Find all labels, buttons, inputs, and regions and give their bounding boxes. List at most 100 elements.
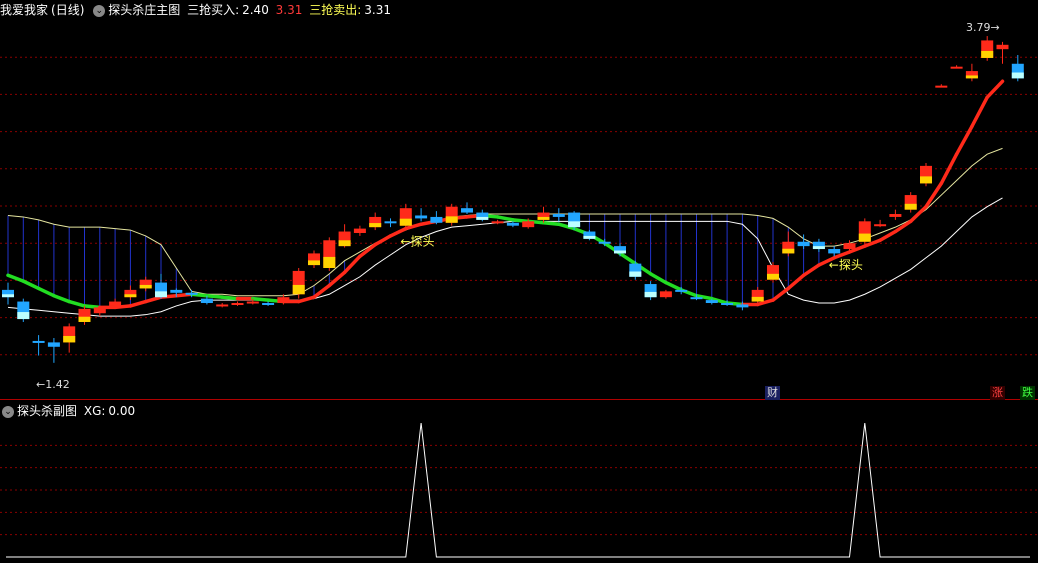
candle-body-shade	[17, 312, 30, 320]
candle-body	[950, 66, 963, 69]
support-segment	[511, 218, 530, 224]
candle	[767, 262, 779, 283]
low-price-label: ←1.42	[36, 378, 70, 391]
support-segment	[82, 304, 102, 310]
xg-label: XG:	[83, 404, 106, 418]
candle-body	[262, 303, 275, 306]
candle-body	[430, 216, 443, 223]
candle-body-shade	[568, 221, 581, 228]
candle	[950, 65, 963, 69]
candle-body	[721, 303, 734, 306]
support-segment	[21, 279, 41, 291]
candle	[78, 305, 91, 325]
candle-body-shade	[399, 218, 412, 226]
candle	[751, 286, 764, 304]
support-segment	[664, 280, 683, 292]
signal-label: ←探头	[400, 235, 434, 249]
main-header: 我爱我家 (日线) ⌄ 探头杀庄主图 三抢买入: 2.40 3.31 三抢卖出: 3.3…	[0, 0, 394, 20]
support-segment	[786, 273, 806, 291]
main-chart-svg[interactable]: ←探头 ←探头 3.79→ ←1.42	[0, 0, 1038, 400]
support-segment	[495, 215, 515, 222]
candle	[629, 260, 642, 280]
candle	[904, 192, 917, 213]
sub-chart-panel[interactable]: ⌄ 探头杀副图 XG: 0.00	[0, 401, 1038, 563]
candle-body-shade	[2, 294, 14, 298]
candle	[32, 335, 45, 356]
candle	[583, 230, 596, 241]
candle-body	[246, 301, 259, 304]
support-segment	[220, 295, 240, 301]
candle-body-shade	[920, 176, 932, 184]
candle	[47, 338, 60, 363]
indicator-name: 探头杀庄主图	[108, 3, 181, 17]
candle	[216, 303, 229, 308]
candle-body-shade	[981, 50, 994, 58]
sell-value: 3.31	[364, 3, 391, 17]
candle	[323, 237, 336, 271]
main-chart-panel[interactable]: ←探头 ←探头 3.79→ ←1.42 我爱我家 (日线) ⌄ 探头杀庄主图 三抢买入: 2…	[0, 0, 1038, 400]
support-segment	[939, 152, 959, 186]
candle-body	[552, 214, 565, 217]
support-segment	[251, 296, 270, 302]
candle-body	[47, 342, 60, 347]
support-segment	[954, 124, 974, 156]
buy-value: 2.40	[242, 3, 269, 17]
candle-body-shade	[445, 216, 458, 223]
candle-body-shade	[476, 216, 489, 220]
sell-label: 三抢卖出:	[309, 3, 362, 17]
candle-body-shade	[139, 284, 152, 289]
candle	[155, 273, 167, 299]
candle	[384, 218, 397, 228]
support-segment	[36, 286, 56, 298]
candle	[93, 305, 106, 317]
candle-body-shade	[904, 203, 917, 210]
support-segment	[985, 79, 1005, 100]
support-segment	[924, 181, 944, 209]
candle	[2, 282, 14, 305]
collapse-icon[interactable]: ⌄	[2, 405, 14, 418]
candle-body-shade	[124, 294, 137, 298]
candle	[63, 323, 76, 353]
candle-body	[216, 304, 229, 307]
signal-label: ←探头	[829, 258, 863, 272]
candle-body-shade	[338, 240, 351, 247]
candle-body	[200, 298, 213, 304]
candle-body-shade	[614, 250, 626, 254]
sub-chart-svg[interactable]	[0, 401, 1038, 563]
support-segment	[373, 234, 393, 247]
stock-name: 我爱我家	[0, 3, 49, 17]
candle-body	[277, 297, 290, 304]
candle-body	[843, 243, 856, 250]
candle-body	[996, 44, 1009, 50]
candle	[889, 209, 902, 220]
candle-body	[690, 297, 703, 300]
candle-body	[231, 303, 244, 306]
candle-body	[675, 289, 688, 292]
candle-body-shade	[965, 75, 978, 79]
candle-body-shade	[537, 216, 550, 220]
candle	[476, 209, 489, 222]
candle-body	[828, 249, 841, 254]
candle-body	[461, 208, 473, 213]
candle	[461, 202, 473, 215]
candle	[920, 162, 932, 187]
zhang-tag[interactable]: 涨	[990, 386, 1005, 400]
sub-header: ⌄ 探头杀副图 XG: 0.00	[0, 401, 138, 421]
candle	[981, 36, 994, 61]
candle-body-shade	[155, 291, 167, 298]
candle	[139, 276, 152, 292]
candle-body	[353, 228, 366, 233]
candle-body	[522, 221, 535, 228]
candle-body-shade	[858, 233, 871, 242]
support-segment	[801, 263, 821, 278]
cai-tag[interactable]: 财	[765, 386, 780, 400]
support-segment	[67, 299, 87, 308]
candle	[430, 211, 443, 225]
die-tag[interactable]: 跌	[1020, 386, 1035, 400]
candle	[292, 268, 305, 299]
candle	[965, 63, 978, 82]
collapse-icon[interactable]: ⌄	[93, 4, 106, 17]
candle-body	[109, 301, 122, 306]
support-segment	[327, 270, 347, 288]
candle-body	[506, 222, 519, 226]
